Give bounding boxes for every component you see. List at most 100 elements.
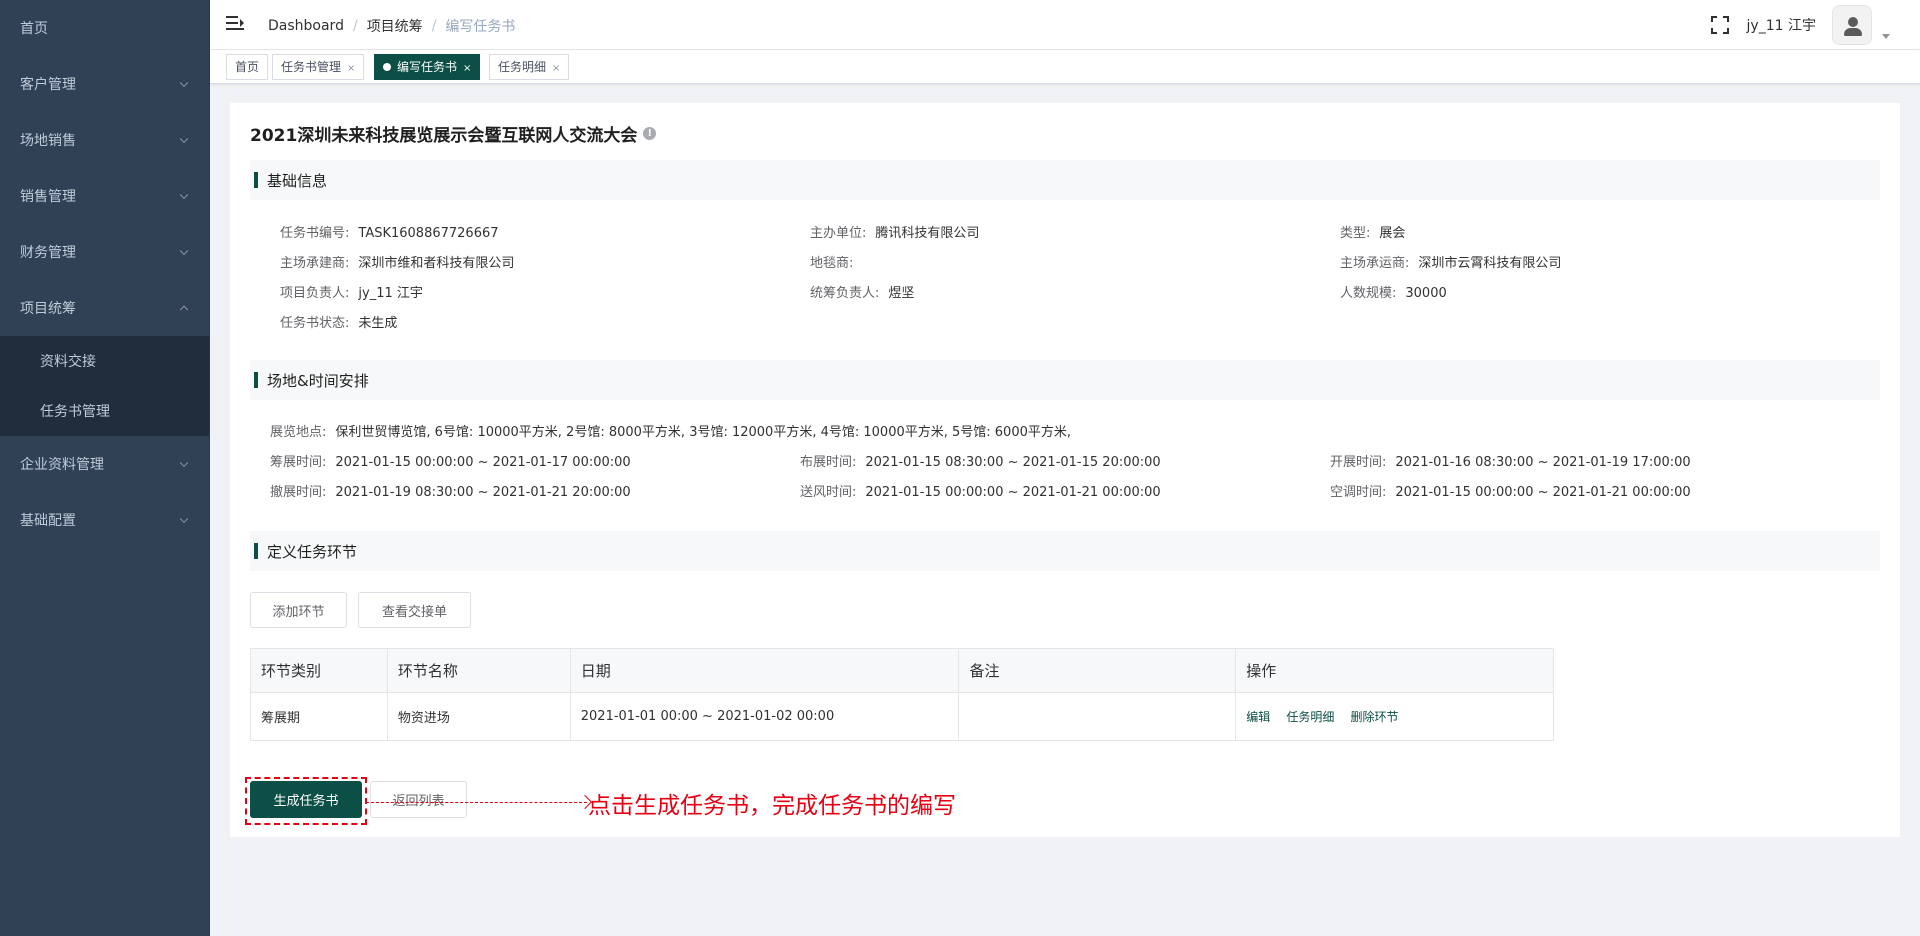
field-setup-time: 布展时间: 2021-01-15 08:30:00 ~ 2021-01-15 20… <box>800 455 1161 470</box>
sidebar-item-venue-sales[interactable]: 场地销售 <box>0 112 209 168</box>
tag-label: 任务书管理 <box>281 60 342 74</box>
sidebar-submenu: 资料交接 任务书管理 <box>0 336 209 436</box>
tags-view: 首页 任务书管理 × 编写任务书 × 任务明细 × <box>210 50 1920 84</box>
sidebar-item-task-book[interactable]: 任务书管理 <box>0 386 209 436</box>
field-carrier: 主场承运商: 深圳市云霄科技有限公司 <box>1340 256 1562 271</box>
close-icon[interactable]: × <box>552 63 560 74</box>
field-prep-time: 筹展时间: 2021-01-15 00:00:00 ~ 2021-01-17 00… <box>270 455 631 470</box>
tag-label: 编写任务书 <box>397 60 458 74</box>
sidebar-item-label: 场地销售 <box>20 133 76 149</box>
field-type: 类型: 展会 <box>1340 226 1406 241</box>
column-header: 备注 <box>958 648 1237 693</box>
sidebar-item-finance[interactable]: 财务管理 <box>0 224 209 280</box>
sidebar-item-label: 企业资料管理 <box>20 457 104 473</box>
edit-link[interactable]: 编辑 <box>1246 710 1270 724</box>
close-icon[interactable]: × <box>347 63 355 74</box>
chevron-down-icon <box>179 514 189 524</box>
tag-home[interactable]: 首页 <box>226 54 269 80</box>
info-icon[interactable]: ! <box>643 127 657 140</box>
section-tasks: 定义任务环节 <box>250 531 1880 571</box>
field-coordinator: 统筹负责人: 煜坚 <box>810 286 915 301</box>
column-header: 日期 <box>569 648 960 693</box>
field-carpet: 地毯商: <box>810 256 854 271</box>
cell-date: 2021-01-01 00:00 ~ 2021-01-02 00:00 <box>569 692 960 741</box>
cell-category: 筹展期 <box>250 692 388 741</box>
user-icon <box>1848 17 1858 27</box>
table-row: 筹展期 物资进场 2021-01-01 00:00 ~ 2021-01-02 0… <box>250 692 1554 741</box>
field-open-time: 开展时间: 2021-01-16 08:30:00 ~ 2021-01-19 17… <box>1330 455 1691 470</box>
sidebar-item-label: 财务管理 <box>20 245 76 261</box>
sidebar-item-config[interactable]: 基础配置 <box>0 492 209 548</box>
sidebar-item-label: 首页 <box>20 21 48 37</box>
page-title: 2021深圳未来科技展览展示会暨互联网人交流大会 ! <box>250 121 657 146</box>
sidebar-item-sales[interactable]: 销售管理 <box>0 168 209 224</box>
close-icon[interactable]: × <box>463 63 471 74</box>
sidebar-item-enterprise[interactable]: 企业资料管理 <box>0 436 209 492</box>
column-header: 环节名称 <box>386 648 571 693</box>
sidebar: 首页 客户管理 场地销售 销售管理 财务管理 项目统筹 资料交接 任务书管理 企… <box>0 0 210 936</box>
view-handover-button[interactable]: 查看交接单 <box>358 592 471 628</box>
field-ventilation-time: 送风时间: 2021-01-15 00:00:00 ~ 2021-01-21 00… <box>800 485 1161 500</box>
field-task-no: 任务书编号: TASK1608867726667 <box>280 226 499 241</box>
breadcrumb: Dashboard / 项目统筹 / 编写任务书 <box>268 16 516 36</box>
sidebar-item-customers[interactable]: 客户管理 <box>0 56 209 112</box>
chevron-down-icon <box>179 134 189 144</box>
fullscreen-icon[interactable] <box>1710 16 1729 34</box>
username[interactable]: jy_11 江宇 <box>1747 15 1816 35</box>
active-dot-icon <box>383 62 391 71</box>
caret-down-icon[interactable] <box>1882 33 1890 39</box>
chevron-down-icon <box>179 246 189 256</box>
sidebar-item-home[interactable]: 首页 <box>0 0 209 56</box>
cell-actions: 编辑 任务明细 删除环节 <box>1235 692 1554 741</box>
field-status: 任务书状态: 未生成 <box>280 316 398 331</box>
sidebar-item-label: 项目统筹 <box>20 301 76 317</box>
avatar[interactable] <box>1832 5 1872 45</box>
tag-task-book-management[interactable]: 任务书管理 × <box>272 54 365 80</box>
tag-label: 首页 <box>235 60 260 74</box>
sidebar-item-label: 任务书管理 <box>40 404 110 420</box>
menu-toggle-icon[interactable] <box>226 15 244 31</box>
breadcrumb-current: 编写任务书 <box>445 19 516 35</box>
main-card: 2021深圳未来科技展览展示会暨互联网人交流大会 ! 基础信息 任务书编号: TA… <box>230 103 1900 837</box>
task-detail-link[interactable]: 任务明细 <box>1286 710 1334 724</box>
arrow-line <box>366 802 587 803</box>
field-ac-time: 空调时间: 2021-01-15 00:00:00 ~ 2021-01-21 00… <box>1330 485 1691 500</box>
breadcrumb-project[interactable]: 项目统筹 <box>367 16 423 36</box>
column-header: 环节类别 <box>250 648 388 693</box>
field-builder: 主场承建商: 深圳市维和者科技有限公司 <box>280 256 515 271</box>
field-teardown-time: 撤展时间: 2021-01-19 08:30:00 ~ 2021-01-21 20… <box>270 485 631 500</box>
tag-write-task-book[interactable]: 编写任务书 × <box>374 54 481 80</box>
delete-step-link[interactable]: 删除环节 <box>1351 710 1399 724</box>
section-basic-info: 基础信息 <box>250 160 1880 200</box>
sidebar-item-label: 基础配置 <box>20 513 76 529</box>
section-title: 场地&时间安排 <box>267 371 369 390</box>
chevron-down-icon <box>179 458 189 468</box>
cell-name: 物资进场 <box>386 692 571 741</box>
page-title-text: 2021深圳未来科技展览展示会暨互联网人交流大会 <box>250 126 638 146</box>
section-title: 定义任务环节 <box>267 542 358 561</box>
field-project-leader: 项目负责人: jy_11 江宇 <box>280 286 423 301</box>
cell-note <box>958 692 1237 741</box>
section-venue-time: 场地&时间安排 <box>250 360 1880 400</box>
sidebar-item-label: 客户管理 <box>20 77 76 93</box>
tag-label: 任务明细 <box>498 60 547 74</box>
chevron-up-icon <box>179 305 189 315</box>
sidebar-item-project[interactable]: 项目统筹 <box>0 280 209 336</box>
highlight-box <box>245 777 367 825</box>
table-header-row: 环节类别 环节名称 日期 备注 操作 <box>250 648 1554 693</box>
chevron-down-icon <box>179 78 189 88</box>
breadcrumb-dashboard[interactable]: Dashboard <box>268 18 344 34</box>
add-step-button[interactable]: 添加环节 <box>250 592 347 628</box>
sidebar-item-label: 资料交接 <box>40 354 96 370</box>
back-to-list-button[interactable]: 返回列表 <box>370 781 467 818</box>
annotation-text: 点击生成任务书，完成任务书的编写 <box>588 793 956 819</box>
field-scale: 人数规模: 30000 <box>1340 286 1447 301</box>
tag-task-detail[interactable]: 任务明细 × <box>489 54 570 80</box>
sidebar-item-handover[interactable]: 资料交接 <box>0 336 209 386</box>
chevron-down-icon <box>179 190 189 200</box>
sidebar-item-label: 销售管理 <box>20 189 76 205</box>
column-header: 操作 <box>1235 648 1554 693</box>
field-organizer: 主办单位: 腾讯科技有限公司 <box>810 226 980 241</box>
task-table: 环节类别 环节名称 日期 备注 操作 筹展期 物资进场 2021-01-01 0… <box>250 648 1554 741</box>
field-location: 展览地点: 保利世贸博览馆, 6号馆: 10000平方米, 2号馆: 8000平方… <box>270 425 1071 440</box>
